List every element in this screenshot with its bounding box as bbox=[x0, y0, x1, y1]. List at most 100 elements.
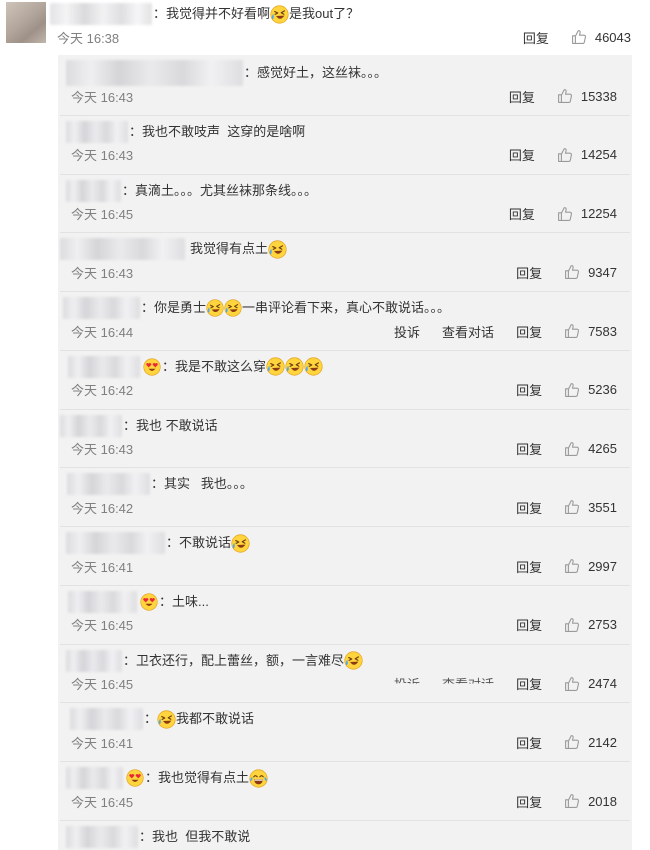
username-blurred[interactable] bbox=[63, 297, 140, 319]
reply-text: ：我也 不敢说话 bbox=[123, 417, 218, 433]
username-blurred[interactable] bbox=[60, 414, 122, 437]
like-button[interactable]: 2753 bbox=[564, 617, 617, 633]
like-button[interactable]: 2142 bbox=[564, 734, 617, 750]
username-blurred[interactable] bbox=[50, 3, 152, 25]
reply-item: ：卫衣还行，配上蕾丝，额，一言难尽 今天 16:45 投诉 查看对话 回复 24… bbox=[58, 645, 632, 704]
reply-button[interactable]: 回复 bbox=[516, 674, 542, 693]
like-count: 3551 bbox=[588, 499, 617, 515]
reply-line: ：我也觉得有点土 bbox=[58, 767, 268, 789]
username-blurred[interactable] bbox=[66, 767, 123, 789]
username-blurred[interactable] bbox=[66, 60, 243, 86]
like-button[interactable]: 2997 bbox=[564, 558, 617, 574]
view-conversation-button[interactable]: 查看对话 bbox=[442, 322, 494, 341]
like-button[interactable]: 15338 bbox=[557, 88, 617, 104]
comment-time: 今天 16:38 bbox=[57, 30, 120, 46]
laugh-cry-emoji-icon bbox=[231, 534, 250, 553]
thumbs-up-icon bbox=[564, 734, 580, 750]
reply-button[interactable]: 回复 bbox=[509, 87, 535, 106]
like-count: 7583 bbox=[588, 323, 617, 339]
like-count: 15338 bbox=[580, 88, 617, 104]
like-button[interactable]: 14254 bbox=[557, 147, 617, 163]
thumbs-up-icon bbox=[557, 147, 573, 163]
reply-button[interactable]: 回复 bbox=[516, 380, 542, 399]
report-button[interactable]: 投诉 bbox=[394, 674, 420, 684]
like-button[interactable]: 2474 bbox=[564, 676, 617, 692]
laugh-cry-emoji-icon bbox=[224, 299, 242, 317]
reply-text: ：你是勇士 bbox=[141, 300, 207, 315]
reply-text: ：其实 我也。。。 bbox=[151, 476, 253, 492]
username-blurred[interactable] bbox=[66, 532, 165, 554]
reply-button[interactable]: 回复 bbox=[516, 322, 542, 341]
reply-text: ：我也不敢吱声 这穿的是啥啊 bbox=[129, 123, 306, 139]
comment-text: 是我out了？ bbox=[289, 6, 360, 21]
username-blurred[interactable] bbox=[66, 649, 122, 672]
report-button[interactable]: 投诉 bbox=[394, 322, 420, 341]
reply-time: 今天 16:41 bbox=[71, 735, 134, 751]
reply-button[interactable]: 回复 bbox=[516, 439, 542, 458]
username-blurred[interactable] bbox=[60, 238, 185, 261]
like-button[interactable]: 4265 bbox=[564, 441, 617, 457]
thumbs-up-icon bbox=[564, 558, 580, 574]
thumbs-up-icon bbox=[564, 676, 580, 692]
like-count: 14254 bbox=[580, 147, 617, 163]
username-blurred[interactable] bbox=[66, 120, 128, 143]
thumbs-up-icon bbox=[564, 617, 580, 633]
avatar[interactable] bbox=[6, 2, 46, 43]
like-count: 2142 bbox=[588, 734, 617, 750]
reply-button[interactable]: 回复 bbox=[516, 498, 542, 517]
laugh-cry-emoji-icon bbox=[344, 651, 363, 670]
username-blurred[interactable] bbox=[67, 473, 150, 496]
top-comment: ：我觉得并不好看啊 是我out了？ 今天 16:38 回复 46043 bbox=[0, 0, 650, 55]
reply-item: ：感觉好土，这丝袜。。。 今天 16:43 回复 15338 bbox=[58, 57, 632, 116]
reply-button[interactable]: 回复 bbox=[509, 145, 535, 164]
thumbs-up-icon bbox=[564, 441, 580, 457]
reply-text: ：卫衣还行，配上蕾丝，额，一言难尽 bbox=[123, 652, 345, 668]
like-button[interactable]: 5236 bbox=[564, 382, 617, 398]
like-count: 4265 bbox=[588, 441, 617, 456]
reply-button[interactable]: 回复 bbox=[516, 792, 542, 811]
username-blurred[interactable] bbox=[66, 825, 138, 848]
reply-text: 我都不敢说话 bbox=[176, 711, 255, 727]
reply-item: ： 我都不敢说话 今天 16:41 回复 2142 bbox=[58, 703, 632, 762]
thumbs-up-icon bbox=[564, 323, 580, 339]
reply-line: ：真滴土。。。尤其丝袜那条线。。。 bbox=[58, 179, 317, 202]
reply-item: ：我也不敢吱声 这穿的是啥啊 今天 16:43 回复 14254 bbox=[58, 116, 632, 175]
thumbs-up-icon bbox=[564, 382, 580, 398]
reply-time: 今天 16:42 bbox=[71, 383, 134, 399]
reply-meta: 今天 16:43 回复 14254 bbox=[71, 146, 617, 164]
like-count: 2753 bbox=[588, 617, 617, 633]
username-blurred[interactable] bbox=[70, 708, 143, 731]
like-button[interactable]: 12254 bbox=[557, 206, 617, 222]
thumbs-up-icon bbox=[564, 264, 580, 280]
reply-button[interactable]: 回复 bbox=[516, 263, 542, 282]
reply-meta: 今天 16:41 回复 2997 bbox=[71, 557, 617, 575]
like-button[interactable]: 46043 bbox=[571, 29, 631, 45]
reply-button[interactable]: 回复 bbox=[516, 615, 542, 634]
like-count: 2997 bbox=[588, 558, 617, 574]
username-blurred[interactable] bbox=[68, 355, 140, 378]
reply-button[interactable]: 回复 bbox=[509, 204, 535, 223]
like-button[interactable]: 9347 bbox=[564, 264, 617, 280]
thumbs-up-icon bbox=[564, 793, 580, 809]
like-button[interactable]: 2018 bbox=[564, 793, 617, 809]
laugh-cry-emoji-icon bbox=[285, 357, 304, 376]
reply-time: 今天 16:42 bbox=[71, 500, 134, 516]
heart-eyes-emoji-icon bbox=[143, 358, 161, 376]
laugh-cry-emoji-icon bbox=[270, 5, 289, 24]
username-blurred[interactable] bbox=[68, 590, 137, 613]
reply-text: ：土味... bbox=[159, 593, 209, 609]
reply-button[interactable]: 回复 bbox=[516, 557, 542, 576]
reply-meta: 今天 16:45 回复 2018 bbox=[71, 792, 617, 810]
reply-button[interactable]: 回复 bbox=[523, 28, 549, 47]
reply-time: 今天 16:44 bbox=[71, 324, 134, 340]
username-blurred[interactable] bbox=[66, 179, 121, 202]
like-button[interactable]: 7583 bbox=[564, 323, 617, 339]
reply-item: ：我也 不敢说话 今天 16:43 回复 4265 bbox=[58, 410, 632, 469]
reply-text: 我觉得有点土 bbox=[190, 241, 269, 257]
reply-meta: 今天 16:45 回复 2753 bbox=[71, 616, 617, 634]
reply-button[interactable]: 回复 bbox=[516, 733, 542, 752]
like-button[interactable]: 3551 bbox=[564, 499, 617, 515]
view-conversation-button[interactable]: 查看对话 bbox=[442, 674, 494, 684]
reply-meta: 今天 16:44 投诉 查看对话 回复 7583 bbox=[71, 322, 617, 340]
like-count: 12254 bbox=[580, 206, 617, 221]
